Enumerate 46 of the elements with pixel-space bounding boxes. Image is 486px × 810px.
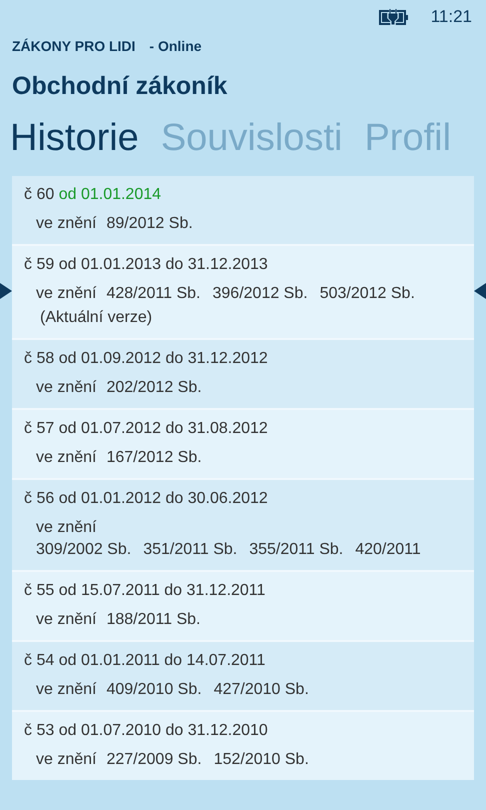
version-item[interactable]: č 55 od 15.07.2011 do 31.12.2011 ve znění 188/2011 Sb. [12,570,474,640]
version-heading: č 59 od 01.01.2013 do 31.12.2013 [24,256,269,275]
version-note: (Aktuální verze) [39,308,154,327]
version-item[interactable]: č 56 od 01.01.2012 do 30.06.2012 ve znění 309/2002 Sb. 351/2011 Sb. 355/2011 Sb. 420/2011 [12,478,474,570]
amendment-label: ve znění [36,379,96,397]
version-item[interactable]: č 59 od 01.01.2013 do 31.12.2013 ve znění 428/2011 Sb. 396/2012 Sb. 503/2012 Sb. (Aktuální verze) [12,244,474,338]
version-item[interactable]: č 54 od 01.01.2011 do 14.07.2011 ve znění 409/2010 Sb. 427/2010 Sb. [12,640,474,710]
app-name: ZÁKONY PRO LIDI [12,38,136,54]
amendment-reference: 409/2010 Sb. [106,681,202,699]
amendment-label: ve znění [36,519,96,537]
amendment-label: ve znění [36,681,96,699]
amendment-reference: 202/2012 Sb. [106,379,202,397]
version-item[interactable]: č 60 od 01.01.2014 ve znění 89/2012 Sb. [12,176,474,244]
version-heading: č 54 od 01.01.2011 do 14.07.2011 [24,652,266,671]
clock-time: 11:21 [430,7,472,27]
amendment-reference: 89/2012 Sb. [106,215,193,233]
amendment-reference: 503/2012 Sb. [320,285,415,303]
pivot-tab[interactable]: Historie [10,117,139,160]
version-heading: č 56 od 01.01.2012 do 30.06.2012 [24,490,269,509]
version-item[interactable]: č 53 od 01.07.2010 do 31.12.2010 ve znění 227/2009 Sb. 152/2010 Sb. [12,710,474,780]
amendment-reference: 152/2010 Sb. [214,751,309,769]
amendment-reference: 355/2011 Sb. [249,541,344,559]
version-item[interactable]: č 57 od 01.07.2012 do 31.08.2012 ve znění 167/2012 Sb. [12,408,474,478]
version-item[interactable]: č 58 od 01.09.2012 do 31.12.2012 ve znění 202/2012 Sb. [12,338,474,408]
amendment-reference: 167/2012 Sb. [106,449,202,467]
page-title: Obchodní zákoník [11,71,228,101]
amendment-reference: 420/2011 [355,541,421,559]
amendment-reference: 309/2002 Sb. [36,541,132,559]
amendment-label: ve znění [36,449,96,467]
version-heading: č 60 od 01.01.2014 [24,186,162,205]
amendment-reference: 427/2010 Sb. [214,681,309,699]
amendment-label: ve znění [36,751,96,769]
amendment-reference: 428/2011 Sb. [106,285,200,303]
version-heading: č 57 od 01.07.2012 do 31.08.2012 [24,420,269,439]
amendment-reference: 188/2011 Sb. [106,611,200,629]
version-heading: č 58 od 01.09.2012 do 31.12.2012 [24,350,269,369]
amendment-label: ve znění [36,215,96,233]
amendment-reference: 351/2011 Sb. [143,541,238,559]
version-heading: č 55 od 15.07.2011 do 31.12.2011 [24,582,266,601]
amendment-label: ve znění [36,611,96,629]
amendment-reference: 396/2012 Sb. [212,285,308,303]
amendment-reference: 227/2009 Sb. [106,751,202,769]
connection-mode: - Online [149,38,202,54]
amendment-label: ve znění [36,285,96,303]
battery-charging-icon [378,8,409,26]
version-heading: č 53 od 01.07.2010 do 31.12.2010 [24,722,269,741]
